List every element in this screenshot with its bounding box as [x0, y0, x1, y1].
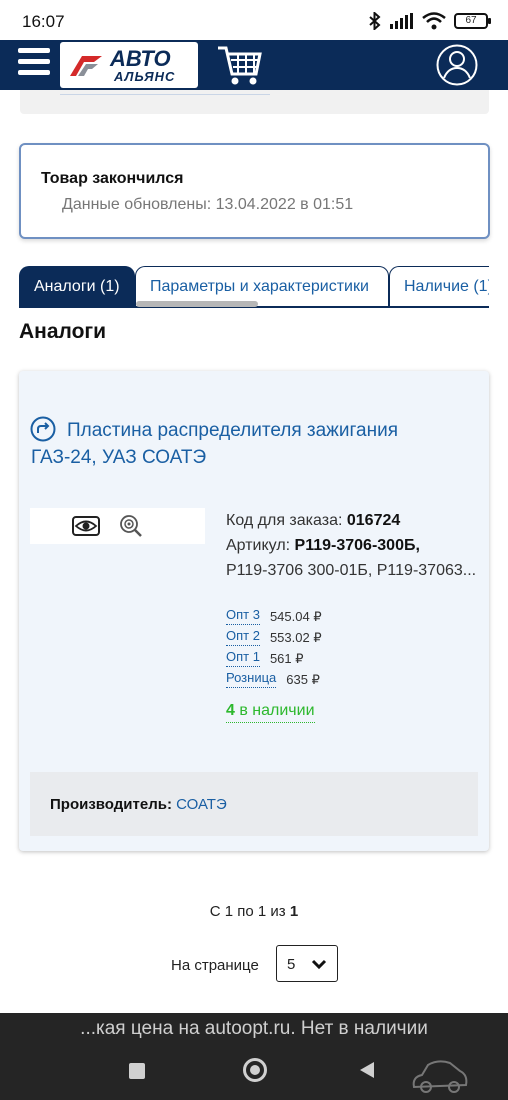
price-value-opt1: 561 ₽ [269, 651, 304, 666]
bluetooth-icon [369, 12, 381, 30]
recent-apps-button[interactable] [129, 1063, 145, 1079]
price-label-opt1[interactable]: Опт 1 [226, 648, 260, 667]
price-row: Опт 2 553.02 ₽ [226, 627, 322, 648]
per-page-label: На странице [171, 957, 259, 974]
stock-status-title: Товар закончился [41, 170, 184, 187]
price-value-retail: 635 ₽ [286, 672, 320, 687]
signal-icon [390, 13, 413, 29]
article-alternatives: Р119-3706 300-01Б, Р119-37063... [226, 562, 477, 579]
in-stock-link[interactable]: 4 в наличии [226, 702, 315, 723]
product-info: Код для заказа: 016724 Артикул: Р119-370… [226, 508, 481, 583]
tab-availability[interactable]: Наличие (1) [389, 266, 489, 306]
chevron-down-icon [311, 959, 327, 970]
app-header: АВТО АЛЬЯНС [0, 40, 508, 90]
user-icon[interactable] [436, 44, 478, 86]
zoom-icon[interactable] [119, 514, 143, 538]
order-code-label: Код для заказа: [226, 512, 343, 529]
watermark-icon [412, 1060, 468, 1093]
per-page-value: 5 [287, 956, 296, 973]
price-row: Опт 3 545.04 ₽ [226, 606, 322, 627]
status-time: 16:07 [22, 12, 65, 31]
battery-icon: 67 [454, 13, 491, 29]
price-value-opt3: 545.04 ₽ [269, 609, 322, 624]
order-code-row: Код для заказа: 016724 [226, 508, 481, 533]
logo-mark-icon [70, 56, 102, 76]
divider [60, 94, 270, 95]
pagination-info: С 1 по 1 из 1 [0, 903, 508, 920]
stock-status-box: Товар закончился Данные обновлены: 13.04… [19, 143, 490, 239]
stock-count: 4 [226, 702, 235, 719]
product-name-link[interactable]: Пластина распределителя зажигания ГАЗ-24… [31, 417, 451, 471]
price-label-opt2[interactable]: Опт 2 [226, 627, 260, 646]
price-label-opt3[interactable]: Опт 3 [226, 606, 260, 625]
wifi-icon [422, 12, 446, 30]
status-icons: 67 [368, 12, 491, 30]
product-card: Пластина распределителя зажигания ГАЗ-24… [19, 371, 489, 851]
status-bar: 16:07 67 [0, 0, 508, 40]
article-label: Артикул: [226, 537, 291, 554]
price-value-opt2: 553.02 ₽ [269, 630, 322, 645]
menu-button[interactable] [18, 48, 50, 80]
system-navigation-bar: ...кая цена на autoopt.ru. Нет в наличии [0, 1013, 508, 1100]
order-code-value: 016724 [346, 512, 401, 529]
manufacturer-row: Производитель: СОАТЭ [50, 796, 227, 813]
tab-analogs[interactable]: Аналоги (1) [19, 266, 135, 306]
pagination-prefix: С 1 по 1 из [209, 903, 290, 920]
tab-scrollbar[interactable] [136, 301, 258, 307]
price-label-retail[interactable]: Розница [226, 669, 277, 688]
manufacturer-label: Производитель: [50, 796, 172, 813]
back-button[interactable] [360, 1062, 374, 1078]
logo[interactable]: АВТО АЛЬЯНС [60, 42, 198, 88]
article-row: Артикул: Р119-3706-300Б, [226, 533, 481, 558]
per-page-select[interactable]: 5 [276, 945, 338, 982]
price-list: Опт 3 545.04 ₽ Опт 2 553.02 ₽ Опт 1 561 … [226, 606, 322, 690]
eye-icon[interactable] [72, 516, 100, 536]
article-value: Р119-3706-300Б, [294, 537, 420, 554]
logo-text-bottom: АЛЬЯНС [114, 69, 176, 84]
tab-parameters[interactable]: Параметры и характеристики [135, 266, 389, 306]
section-title: Аналоги [19, 320, 107, 343]
ticker-text: ...кая цена на autoopt.ru. Нет в наличии [80, 1018, 428, 1039]
product-image-box [30, 508, 205, 544]
stock-updated-text: Данные обновлены: 13.04.2022 в 01:51 [62, 196, 354, 213]
home-button[interactable] [243, 1058, 267, 1082]
price-row: Опт 1 561 ₽ [226, 648, 322, 669]
price-row: Розница 635 ₽ [226, 669, 322, 690]
cart-icon[interactable] [214, 42, 264, 88]
manufacturer-link[interactable]: СОАТЭ [176, 796, 227, 813]
pagination-total: 1 [289, 903, 299, 920]
previous-card [20, 90, 489, 114]
stock-label: в наличии [234, 702, 315, 719]
manufacturer-box: Производитель: СОАТЭ [30, 772, 478, 836]
